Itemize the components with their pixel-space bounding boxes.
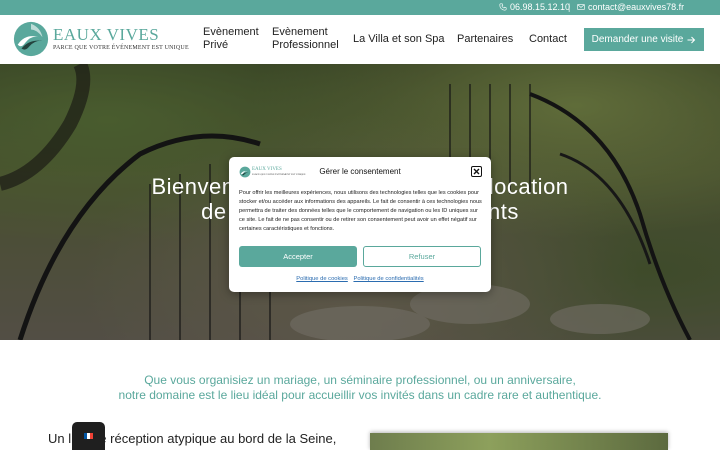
consent-dialog: EAUX VIVES PARCE QUE VOTRE ÉVÉNEMENT EST… [229,157,491,292]
intro-line1: Que vous organisiez un mariage, un sémin… [144,373,576,387]
top-contact-bar: 06.98.15.12.10 | contact@eauxvives78.fr [0,0,720,15]
close-button[interactable] [471,166,482,177]
privacy-policy-link[interactable]: Politique de confidentialités [353,276,423,282]
consent-message: Pour offrir les meilleures expériences, … [239,190,482,232]
venue-photo [370,433,668,450]
phone-number: 06.98.15.12.10 [510,2,571,12]
email-address: contact@eauxvives78.fr [588,2,685,12]
email-link[interactable]: contact@eauxvives78.fr [577,2,684,12]
language-switcher[interactable] [72,422,105,450]
nav-villa-spa[interactable]: La Villa et son Spa [353,33,445,46]
french-flag-icon [84,433,93,439]
consent-policy-links: Politique de cookies Politique de confid… [229,276,491,282]
logo-title: EAUX VIVES [53,25,160,44]
nav-partenaires[interactable]: Partenaires [457,33,513,46]
phone-icon [499,3,507,11]
cookie-policy-link[interactable]: Politique de cookies [296,276,348,282]
phone-link[interactable]: 06.98.15.12.10 [499,2,570,12]
nav-evenement-professionnel[interactable]: Evènement Professionnel [272,26,339,52]
mail-icon [577,4,585,10]
nav-label-line2: Professionnel [272,39,339,51]
intro-text: Que vous organisiez un mariage, un sémin… [0,373,720,403]
consent-title: Gérer le consentement [319,167,401,176]
logo-tagline: PARCE QUE VOTRE ÉVÉNEMENT EST UNIQUE [53,45,189,51]
topbar-separator: | [568,2,571,12]
request-visit-label: Demander une visite [591,34,684,45]
flag-stripe [90,433,93,439]
site-logo[interactable]: EAUX VIVES PARCE QUE VOTRE ÉVÉNEMENT EST… [12,19,189,59]
close-icon [473,168,480,175]
request-visit-button[interactable]: Demander une visite [584,28,704,51]
nav-contact[interactable]: Contact [529,33,567,46]
nav-label-line1: Evènement [272,26,328,38]
refuse-button[interactable]: Refuser [363,246,481,267]
nav-evenement-prive[interactable]: Evènement Privé [203,26,259,52]
accept-button[interactable]: Accepter [239,246,357,267]
site-header: EAUX VIVES PARCE QUE VOTRE ÉVÉNEMENT EST… [0,15,720,64]
wave-logo-icon [13,21,49,57]
nav-label-line2: Privé [203,39,229,51]
arrow-right-icon [687,36,696,43]
intro-line2: notre domaine est le lieu idéal pour acc… [118,388,602,402]
nav-label-line1: Evènement [203,26,259,38]
